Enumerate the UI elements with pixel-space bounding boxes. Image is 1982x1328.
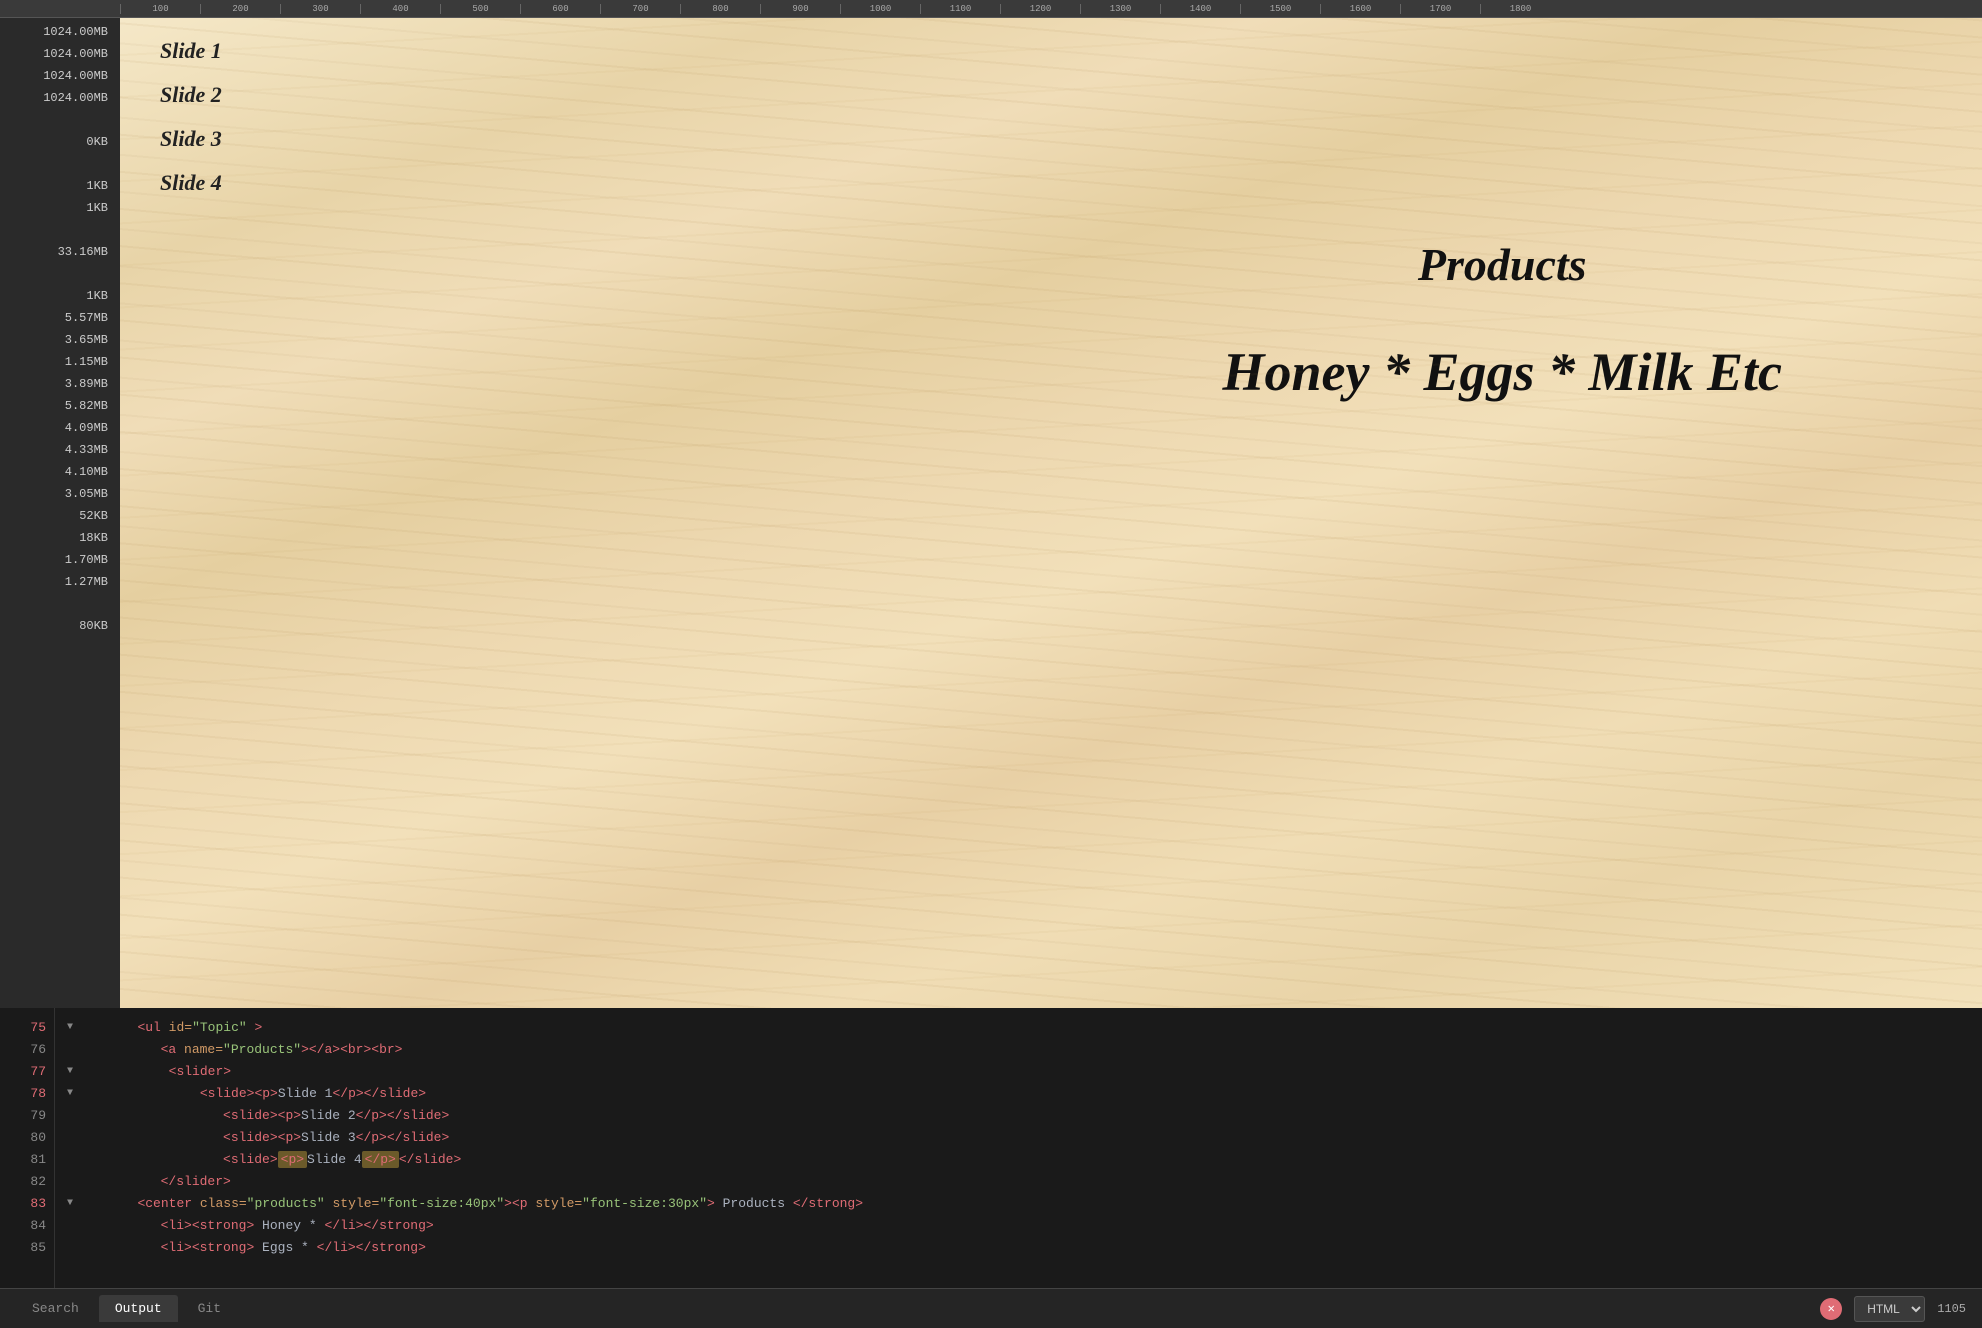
sidebar-item bbox=[8, 264, 112, 284]
sidebar-item: 0KB bbox=[8, 132, 112, 152]
code-line-75: ▼ <ul id= "Topic" > bbox=[67, 1016, 1982, 1038]
close-button[interactable]: ✕ bbox=[1820, 1298, 1842, 1320]
fold-arrow-78[interactable]: ▼ bbox=[67, 1088, 73, 1099]
sidebar-item: 1024.00MB bbox=[8, 88, 112, 108]
sidebar-item: 33.16MB bbox=[8, 242, 112, 262]
sidebar-item: 1024.00MB bbox=[8, 22, 112, 42]
slide-item-4: Slide 4 bbox=[160, 170, 1942, 196]
line-num-84: 84 bbox=[0, 1214, 54, 1236]
slide-list: Slide 1 Slide 2 Slide 3 Slide 4 bbox=[160, 38, 1942, 196]
ruler-mark: 400 bbox=[360, 4, 440, 14]
sidebar-item: 1.15MB bbox=[8, 352, 112, 372]
slide-item-1: Slide 1 bbox=[160, 38, 1942, 64]
sidebar-item: 4.09MB bbox=[8, 418, 112, 438]
tab-output[interactable]: Output bbox=[99, 1295, 178, 1322]
code-line-81: <slide> <p> Slide 4 </p> </slide> bbox=[67, 1148, 1982, 1170]
fold-arrow-83[interactable]: ▼ bbox=[67, 1198, 73, 1209]
line-num-81: 81 bbox=[0, 1148, 54, 1170]
sidebar-item bbox=[8, 110, 112, 130]
sidebar-item: 1024.00MB bbox=[8, 66, 112, 86]
line-num-76: 76 bbox=[0, 1038, 54, 1060]
sidebar-item: 1024.00MB bbox=[8, 44, 112, 64]
sidebar-item: 4.33MB bbox=[8, 440, 112, 460]
line-count: 1105 bbox=[1937, 1302, 1966, 1316]
sidebar-item: 1KB bbox=[8, 198, 112, 218]
products-section: Products Honey * Eggs * Milk Etc bbox=[1222, 238, 1782, 403]
line-num-85: 85 bbox=[0, 1236, 54, 1258]
ruler-mark: 1800 bbox=[1480, 4, 1560, 14]
code-line-82: </slider> bbox=[67, 1170, 1982, 1192]
code-line-76: <a name= "Products" ></a><br><br> bbox=[67, 1038, 1982, 1060]
line-num-83: 83 bbox=[0, 1192, 54, 1214]
code-line-83: ▼ <center class= "products" style= "font… bbox=[67, 1192, 1982, 1214]
sidebar-item bbox=[8, 594, 112, 614]
ruler-mark: 1700 bbox=[1400, 4, 1480, 14]
slide-item-2: Slide 2 bbox=[160, 82, 1942, 108]
status-tabs: Search Output Git bbox=[16, 1295, 237, 1322]
sidebar-item: 3.65MB bbox=[8, 330, 112, 350]
sidebar-item: 3.89MB bbox=[8, 374, 112, 394]
ruler-mark: 1600 bbox=[1320, 4, 1400, 14]
code-line-79: <slide><p> Slide 2 </p></slide> bbox=[67, 1104, 1982, 1126]
ruler-mark: 100 bbox=[120, 4, 200, 14]
language-selector[interactable]: HTML bbox=[1854, 1296, 1925, 1322]
sidebar-item: 4.10MB bbox=[8, 462, 112, 482]
line-num-79: 79 bbox=[0, 1104, 54, 1126]
sidebar-item bbox=[8, 154, 112, 174]
line-numbers: 75 76 77 78 79 80 81 82 83 84 85 bbox=[0, 1008, 55, 1288]
line-num-82: 82 bbox=[0, 1170, 54, 1192]
sidebar-item bbox=[8, 220, 112, 240]
ruler-mark: 700 bbox=[600, 4, 680, 14]
preview-content: Slide 1 Slide 2 Slide 3 Slide 4 bbox=[120, 18, 1982, 246]
sidebar-item: 5.57MB bbox=[8, 308, 112, 328]
tab-git[interactable]: Git bbox=[182, 1295, 237, 1322]
slide-item-3: Slide 3 bbox=[160, 126, 1942, 152]
fold-arrow-77[interactable]: ▼ bbox=[67, 1066, 73, 1077]
sidebar-item: 18KB bbox=[8, 528, 112, 548]
ruler-mark: 1100 bbox=[920, 4, 1000, 14]
status-right: ✕ HTML 1105 bbox=[1820, 1296, 1966, 1322]
sidebar-item: 52KB bbox=[8, 506, 112, 526]
code-line-80: <slide><p> Slide 3 </p></slide> bbox=[67, 1126, 1982, 1148]
ruler-mark: 500 bbox=[440, 4, 520, 14]
ruler-mark: 800 bbox=[680, 4, 760, 14]
sidebar-item: 5.82MB bbox=[8, 396, 112, 416]
products-subtitle: Honey * Eggs * Milk Etc bbox=[1222, 341, 1782, 403]
ruler-mark: 1500 bbox=[1240, 4, 1320, 14]
code-line-84: <li><strong> Honey * </li></strong> bbox=[67, 1214, 1982, 1236]
sidebar-item: 1KB bbox=[8, 176, 112, 196]
ruler-mark: 900 bbox=[760, 4, 840, 14]
line-num-77: 77 bbox=[0, 1060, 54, 1082]
code-line-78: ▼ <slide><p> Slide 1 </p></slide> bbox=[67, 1082, 1982, 1104]
code-editor[interactable]: 75 76 77 78 79 80 81 82 83 84 85 ▼ <ul i… bbox=[0, 1008, 1982, 1288]
preview-area: Slide 1 Slide 2 Slide 3 Slide 4 Products… bbox=[120, 18, 1982, 1008]
ruler: 100 200 300 400 500 600 700 800 900 1000… bbox=[0, 0, 1982, 18]
line-num-78: 78 bbox=[0, 1082, 54, 1104]
sidebar-item: 1.70MB bbox=[8, 550, 112, 570]
fold-arrow[interactable]: ▼ bbox=[67, 1022, 73, 1033]
sidebar: 1024.00MB 1024.00MB 1024.00MB 1024.00MB … bbox=[0, 18, 120, 1008]
main-area: 1024.00MB 1024.00MB 1024.00MB 1024.00MB … bbox=[0, 18, 1982, 1008]
status-bar: Search Output Git ✕ HTML 1105 bbox=[0, 1288, 1982, 1328]
ruler-mark: 200 bbox=[200, 4, 280, 14]
line-num-75: 75 bbox=[0, 1016, 54, 1038]
sidebar-item: 80KB bbox=[8, 616, 112, 636]
code-line-85: <li><strong> Eggs * </li></strong> bbox=[67, 1236, 1982, 1258]
ruler-mark: 1200 bbox=[1000, 4, 1080, 14]
code-content[interactable]: ▼ <ul id= "Topic" > <a name= "Products" … bbox=[55, 1008, 1982, 1288]
tab-search[interactable]: Search bbox=[16, 1295, 95, 1322]
sidebar-item: 1KB bbox=[8, 286, 112, 306]
ruler-mark: 300 bbox=[280, 4, 360, 14]
ruler-mark: 1300 bbox=[1080, 4, 1160, 14]
ruler-marks: 100 200 300 400 500 600 700 800 900 1000… bbox=[120, 4, 1560, 14]
ruler-mark: 1000 bbox=[840, 4, 920, 14]
sidebar-item: 3.05MB bbox=[8, 484, 112, 504]
editor-area: 75 76 77 78 79 80 81 82 83 84 85 ▼ <ul i… bbox=[0, 1008, 1982, 1328]
line-num-80: 80 bbox=[0, 1126, 54, 1148]
ruler-mark: 600 bbox=[520, 4, 600, 14]
code-line-77: ▼ <slider> bbox=[67, 1060, 1982, 1082]
sidebar-item: 1.27MB bbox=[8, 572, 112, 592]
ruler-mark: 1400 bbox=[1160, 4, 1240, 14]
